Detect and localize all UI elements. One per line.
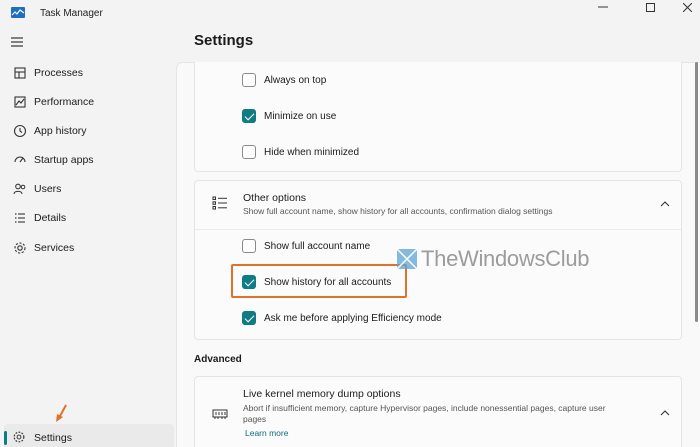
- window-options-card: Always on top Minimize on use Hide when …: [194, 62, 682, 172]
- processes-icon: [14, 67, 26, 79]
- other-options-card: Other options Show full account name, sh…: [194, 180, 682, 340]
- other-options-header[interactable]: Other options Show full account name, sh…: [195, 181, 681, 229]
- task-manager-app-icon: [11, 7, 25, 18]
- users-icon: [13, 183, 26, 195]
- kernel-dump-card: Live kernel memory dump options Abort if…: [194, 376, 682, 447]
- hamburger-menu-icon[interactable]: [10, 36, 24, 48]
- chevron-up-icon[interactable]: [660, 201, 670, 207]
- hide-when-minimized-option[interactable]: Hide when minimized: [242, 144, 359, 160]
- selected-indicator: [4, 431, 7, 445]
- ask-before-efficiency-checkbox[interactable]: [242, 311, 256, 325]
- details-icon: [15, 213, 25, 223]
- sidebar-item-app-history[interactable]: App history: [4, 118, 172, 144]
- performance-icon: [14, 96, 26, 108]
- highlight-box: [231, 264, 407, 298]
- advanced-heading: Advanced: [194, 354, 242, 365]
- services-icon: [14, 242, 26, 254]
- sidebar-item-label: Settings: [34, 432, 72, 444]
- memory-chip-icon: [212, 409, 228, 419]
- app-history-icon: [13, 124, 27, 138]
- options-list-icon: [212, 196, 227, 210]
- always-on-top-checkbox[interactable]: [242, 73, 256, 87]
- sidebar-item-label: Users: [34, 183, 62, 195]
- other-options-title: Other options: [243, 192, 307, 204]
- close-icon: [682, 2, 692, 12]
- startup-apps-icon: [14, 156, 26, 163]
- sidebar-item-users[interactable]: Users: [4, 176, 172, 202]
- window-title: Task Manager: [40, 8, 103, 19]
- divider: [195, 229, 681, 230]
- sidebar-item-settings[interactable]: Settings: [4, 424, 174, 447]
- maximize-icon: [645, 2, 655, 12]
- scrollbar[interactable]: [695, 62, 698, 322]
- minimize-button[interactable]: [588, 0, 618, 14]
- sidebar-item-label: Processes: [34, 67, 84, 79]
- annotation-arrow: [56, 404, 67, 422]
- minimize-on-use-checkbox[interactable]: [242, 109, 256, 123]
- checkbox-label: Ask me before applying Efficiency mode: [264, 312, 442, 324]
- chevron-up-icon[interactable]: [660, 410, 670, 416]
- sidebar-item-processes[interactable]: Processes: [4, 60, 172, 86]
- minimize-icon: [598, 6, 608, 8]
- learn-more-link[interactable]: Learn more: [245, 428, 288, 438]
- minimize-on-use-option[interactable]: Minimize on use: [242, 108, 336, 124]
- sidebar-item-label: Details: [34, 212, 67, 224]
- page-title: Settings: [194, 32, 254, 49]
- ask-before-efficiency-option[interactable]: Ask me before applying Efficiency mode: [242, 310, 442, 326]
- checkbox-label: Minimize on use: [264, 110, 337, 122]
- checkbox-label: Hide when minimized: [264, 146, 360, 158]
- hide-when-minimized-checkbox[interactable]: [242, 145, 256, 159]
- checkbox-label: Always on top: [264, 74, 327, 86]
- maximize-button[interactable]: [635, 0, 665, 14]
- sidebar-item-details[interactable]: Details: [4, 205, 172, 231]
- show-full-account-name-checkbox[interactable]: [242, 239, 256, 253]
- sidebar-item-label: Services: [34, 242, 75, 254]
- gear-icon: [13, 431, 25, 443]
- sidebar-item-label: Performance: [34, 96, 95, 108]
- always-on-top-option[interactable]: Always on top: [242, 72, 326, 88]
- sidebar-item-label: Startup apps: [34, 154, 94, 166]
- kernel-dump-title: Live kernel memory dump options: [243, 388, 401, 400]
- kernel-dump-description: Abort if insufficient memory, capture Hy…: [243, 403, 606, 424]
- sidebar-item-startup-apps[interactable]: Startup apps: [4, 147, 172, 173]
- show-full-account-name-option[interactable]: Show full account name: [242, 238, 370, 254]
- checkbox-label: Show full account name: [264, 240, 371, 252]
- sidebar-item-performance[interactable]: Performance: [4, 89, 172, 115]
- close-button[interactable]: [672, 0, 700, 14]
- other-options-description: Show full account name, show history for…: [243, 206, 553, 216]
- title-bar: Task Manager: [0, 0, 700, 28]
- sidebar-item-label: App history: [34, 125, 87, 137]
- sidebar-item-services[interactable]: Services: [4, 235, 172, 261]
